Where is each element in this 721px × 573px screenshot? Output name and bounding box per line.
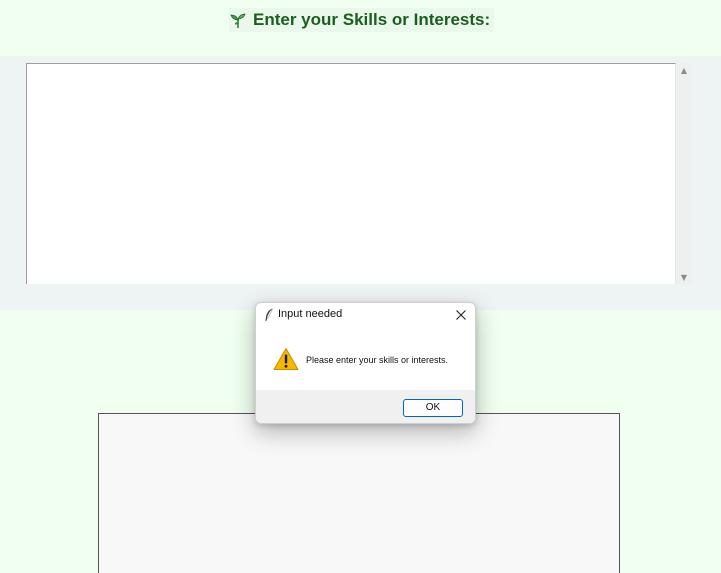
page-title: Enter your Skills or Interests: — [229, 8, 495, 32]
input-needed-dialog: Input needed Please enter your skills or… — [255, 302, 476, 424]
warning-icon — [273, 348, 299, 370]
close-icon[interactable] — [454, 308, 468, 322]
dialog-titlebar[interactable]: Input needed — [256, 303, 475, 327]
results-panel — [98, 413, 620, 573]
dialog-message: Please enter your skills or interests. — [306, 355, 449, 365]
header: Enter your Skills or Interests: — [0, 0, 721, 56]
page-title-text: Enter your Skills or Interests: — [253, 10, 491, 29]
scroll-up-icon[interactable]: ▲ — [677, 65, 691, 77]
dialog-title: Input needed — [278, 308, 343, 320]
skills-scrollbar[interactable]: ▲ ▼ — [677, 63, 691, 284]
sprout-icon — [230, 13, 246, 28]
ok-button[interactable]: OK — [403, 399, 463, 417]
feather-icon — [265, 308, 273, 322]
skills-textarea[interactable] — [26, 63, 676, 284]
app-window: Enter your Skills or Interests: ▲ ▼ Inpu… — [0, 0, 721, 573]
dialog-footer: OK — [256, 390, 475, 423]
dialog-body: Please enter your skills or interests. — [256, 327, 475, 390]
scroll-down-icon[interactable]: ▼ — [677, 272, 691, 284]
